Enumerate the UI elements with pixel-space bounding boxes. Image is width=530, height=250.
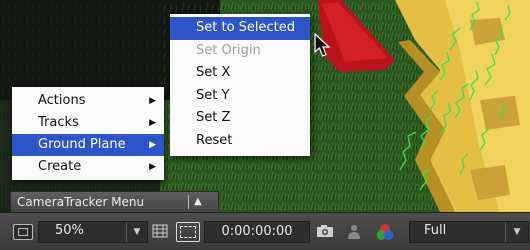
timecode-field[interactable]: 0:00:00:00: [204, 221, 310, 243]
camera-tracker-context-menu: Actions ▶ Tracks ▶ Ground Plane ▶ Create…: [12, 87, 164, 180]
submenu-arrow-icon: ▶: [149, 96, 156, 106]
submenu-item-set-y[interactable]: Set Y: [170, 85, 310, 108]
region-of-interest-icon[interactable]: [176, 222, 200, 242]
zoom-dropdown[interactable]: 50% ▼: [38, 221, 148, 243]
menu-item-label: Tracks: [38, 115, 79, 130]
menu-item-ground-plane[interactable]: Ground Plane ▶: [12, 134, 164, 156]
camera-tracker-menu-label: CameraTracker Menu: [17, 195, 145, 209]
submenu-item-set-to-selected[interactable]: Set to Selected: [170, 17, 310, 40]
menu-item-label: Create: [38, 159, 82, 174]
submenu-item-set-origin: Set Origin: [196, 42, 261, 58]
viewer-toolbar: 50% ▼ 0:00:00:00 Full ▼: [0, 212, 530, 250]
person-icon[interactable]: [347, 224, 361, 239]
channels-icon[interactable]: [375, 223, 395, 241]
menu-item-actions[interactable]: Actions ▶: [12, 90, 164, 112]
menu-item-label: Ground Plane: [38, 137, 126, 152]
menu-up-arrow-icon[interactable]: ▲: [194, 192, 202, 212]
resolution-dropdown[interactable]: Full ▼: [409, 221, 529, 243]
submenu-arrow-icon: ▶: [149, 118, 156, 128]
submenu-item-set-x[interactable]: Set X: [170, 62, 310, 85]
camera-icon[interactable]: [316, 224, 334, 238]
chevron-down-icon[interactable]: ▼: [505, 222, 528, 242]
divider: [188, 195, 189, 209]
zoom-value: 50%: [55, 223, 84, 238]
menu-item-label: Actions: [38, 93, 86, 108]
submenu-arrow-icon: ▶: [149, 162, 156, 172]
chevron-down-icon[interactable]: ▼: [126, 222, 147, 242]
mouse-pointer-icon: [314, 33, 331, 57]
submenu-arrow-icon: ▶: [149, 140, 156, 150]
menu-item-tracks[interactable]: Tracks ▶: [12, 112, 164, 134]
resolution-value: Full: [424, 223, 447, 238]
camera-tracker-menu-button[interactable]: CameraTracker Menu ▲: [10, 191, 219, 213]
submenu-item-reset[interactable]: Reset: [170, 130, 310, 153]
ground-plane-submenu: Set to Selected Set Origin Set X Set Y S…: [170, 14, 310, 156]
monitor-icon[interactable]: [13, 224, 33, 240]
menu-item-create[interactable]: Create ▶: [12, 156, 164, 178]
submenu-item-set-z[interactable]: Set Z: [170, 107, 310, 130]
grid-icon[interactable]: [152, 224, 168, 238]
